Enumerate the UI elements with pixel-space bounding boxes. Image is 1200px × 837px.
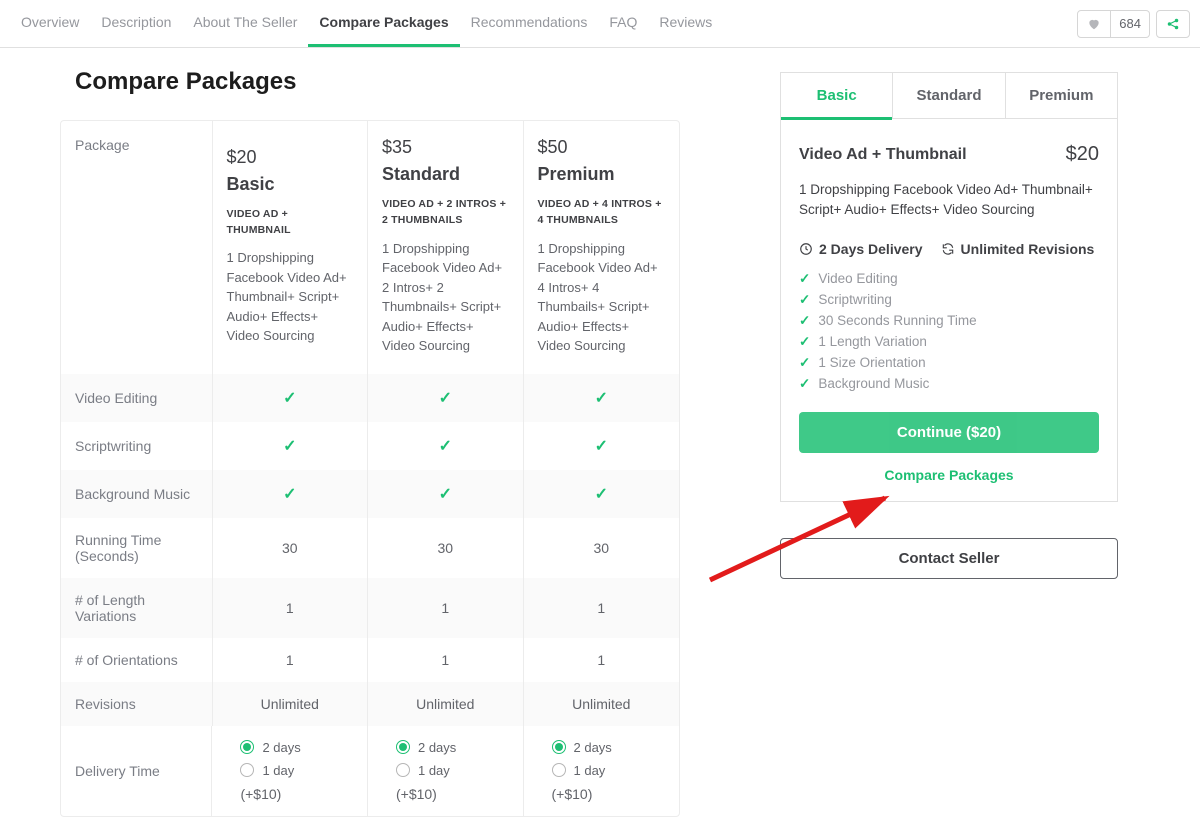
check-icon: ✓	[283, 484, 296, 504]
package-card-title: Video Ad + Thumbnail	[799, 146, 967, 164]
check-icon: ✓	[799, 355, 810, 371]
section-tab-reviews[interactable]: Reviews	[648, 0, 723, 47]
table-row-label: Running Time (Seconds)	[61, 518, 213, 578]
table-cell: ✓	[524, 374, 680, 422]
table-cell: ✓	[213, 422, 369, 470]
delivery-radio[interactable]: 1 day	[552, 763, 606, 778]
package-card: Video Ad + Thumbnail $20 1 Dropshipping …	[780, 119, 1118, 502]
delivery-radio[interactable]: 2 days	[552, 740, 612, 755]
share-icon	[1166, 17, 1180, 31]
table-cell: 30	[213, 518, 369, 578]
table-cell: 1	[524, 638, 680, 682]
page-title: Compare Packages	[75, 68, 680, 96]
refresh-icon	[941, 242, 955, 256]
table-cell: Unlimited	[213, 682, 369, 726]
package-card-price: $20	[1066, 143, 1099, 166]
delivery-radio[interactable]: 2 days	[240, 740, 300, 755]
check-icon: ✓	[799, 292, 810, 308]
section-tab-faq[interactable]: FAQ	[598, 0, 648, 47]
check-icon: ✓	[799, 334, 810, 350]
package-header-premium[interactable]: $50PremiumVIDEO AD + 4 INTROS + 4 THUMBN…	[524, 121, 680, 374]
check-icon: ✓	[595, 388, 608, 408]
table-row-label: Video Editing	[61, 374, 213, 422]
heart-icon	[1087, 17, 1101, 31]
table-cell: ✓	[524, 422, 680, 470]
table-row-label: Background Music	[61, 470, 213, 518]
package-tab-premium[interactable]: Premium	[1006, 72, 1118, 119]
package-header-basic[interactable]: $20BasicVIDEO AD + THUMBNAIL1 Dropshippi…	[213, 121, 369, 374]
feature-list: ✓Video Editing ✓Scriptwriting ✓30 Seconds …	[799, 271, 1099, 392]
revisions-meta: Unlimited Revisions	[941, 241, 1095, 257]
table-cell: Unlimited	[524, 682, 680, 726]
package-tabs: BasicStandardPremium	[780, 72, 1118, 119]
table-cell: 1	[213, 578, 369, 638]
table-row-label: Scriptwriting	[61, 422, 213, 470]
contact-seller-button[interactable]: Contact Seller	[780, 538, 1118, 579]
table-cell: ✓	[368, 422, 524, 470]
check-icon: ✓	[799, 271, 810, 287]
table-cell: 1	[368, 578, 524, 638]
clock-icon	[799, 242, 813, 256]
section-tab-overview[interactable]: Overview	[10, 0, 90, 47]
table-cell: 1	[524, 578, 680, 638]
check-icon: ✓	[799, 313, 810, 329]
compare-packages-link[interactable]: Compare Packages	[799, 467, 1099, 483]
package-tab-standard[interactable]: Standard	[893, 72, 1005, 119]
top-nav-bar: OverviewDescriptionAbout The SellerCompa…	[0, 0, 1200, 48]
feature-item: ✓1 Length Variation	[799, 334, 1099, 350]
check-icon: ✓	[283, 436, 296, 456]
like-count: 684	[1111, 10, 1150, 38]
table-cell: ✓	[213, 470, 369, 518]
feature-item: ✓Background Music	[799, 376, 1099, 392]
top-nav-actions: 684	[1077, 10, 1190, 38]
delivery-radio[interactable]: 1 day	[240, 763, 294, 778]
feature-item: ✓Video Editing	[799, 271, 1099, 287]
check-icon: ✓	[595, 484, 608, 504]
compare-packages-table: Package$20BasicVIDEO AD + THUMBNAIL1 Dro…	[60, 120, 680, 817]
check-icon: ✓	[439, 484, 452, 504]
check-icon: ✓	[595, 436, 608, 456]
section-tabs: OverviewDescriptionAbout The SellerCompa…	[10, 0, 723, 47]
table-cell: Unlimited	[368, 682, 524, 726]
table-cell: ✓	[524, 470, 680, 518]
table-row-label: Revisions	[61, 682, 213, 726]
table-row-label: # of Orientations	[61, 638, 213, 682]
feature-item: ✓Scriptwriting	[799, 292, 1099, 308]
like-box: 684	[1077, 10, 1150, 38]
check-icon: ✓	[439, 436, 452, 456]
check-icon: ✓	[283, 388, 296, 408]
table-cell: ✓	[213, 374, 369, 422]
delivery-radio[interactable]: 1 day	[396, 763, 450, 778]
table-cell: 2 days1 day(+$10)	[368, 726, 524, 816]
table-cell: 2 days1 day(+$10)	[524, 726, 680, 816]
section-tab-compare-packages[interactable]: Compare Packages	[308, 0, 459, 47]
section-tab-about-the-seller[interactable]: About The Seller	[182, 0, 308, 47]
table-header-package: Package	[61, 121, 213, 374]
delivery-radio[interactable]: 2 days	[396, 740, 456, 755]
table-cell: 30	[368, 518, 524, 578]
share-button[interactable]	[1156, 10, 1190, 38]
section-tab-description[interactable]: Description	[90, 0, 182, 47]
package-header-standard[interactable]: $35StandardVIDEO AD + 2 INTROS + 2 THUMB…	[368, 121, 524, 374]
feature-item: ✓1 Size Orientation	[799, 355, 1099, 371]
table-cell: ✓	[368, 470, 524, 518]
table-row-label: # of Length Variations	[61, 578, 213, 638]
table-cell: 1	[368, 638, 524, 682]
check-icon: ✓	[439, 388, 452, 408]
package-card-desc: 1 Dropshipping Facebook Video Ad+ Thumbn…	[799, 180, 1099, 221]
section-tab-recommendations[interactable]: Recommendations	[460, 0, 599, 47]
feature-item: ✓30 Seconds Running Time	[799, 313, 1099, 329]
table-cell: 1	[213, 638, 369, 682]
continue-button[interactable]: Continue ($20)	[799, 412, 1099, 453]
table-cell: 30	[524, 518, 680, 578]
table-cell: ✓	[368, 374, 524, 422]
package-tab-basic[interactable]: Basic	[780, 72, 893, 119]
table-row-label: Delivery Time	[61, 726, 212, 816]
table-cell: 2 days1 day(+$10)	[212, 726, 368, 816]
like-button[interactable]	[1077, 10, 1111, 38]
check-icon: ✓	[799, 376, 810, 392]
delivery-meta: 2 Days Delivery	[799, 241, 923, 257]
